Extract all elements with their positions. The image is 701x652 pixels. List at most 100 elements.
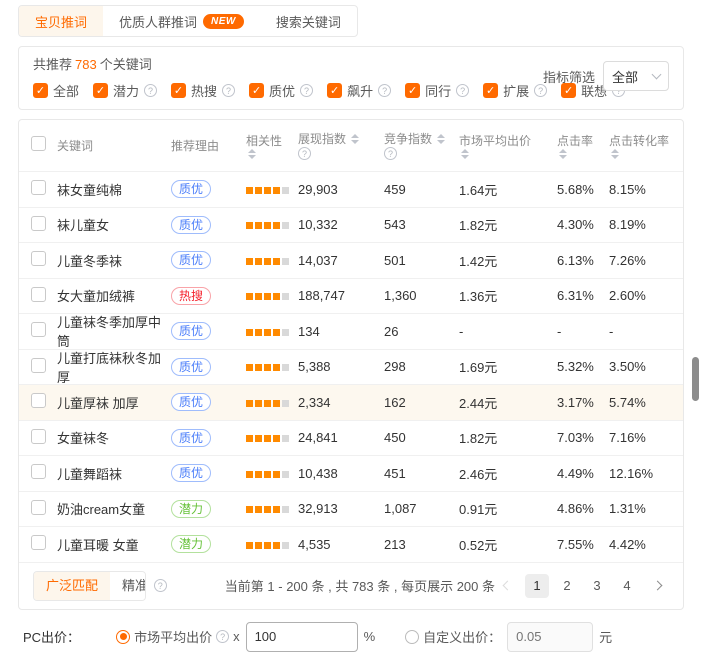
cvr-value: 5.74% bbox=[609, 395, 646, 410]
keyword-text: 儿童袜冬季加厚中筒 bbox=[57, 315, 161, 349]
sort-icon[interactable] bbox=[351, 134, 359, 144]
row-checkbox[interactable] bbox=[31, 393, 46, 408]
help-icon[interactable]: ? bbox=[144, 84, 157, 97]
filter-option[interactable]: ✓潜力? bbox=[93, 81, 157, 100]
new-badge: NEW bbox=[203, 14, 244, 29]
tab-label: 宝贝推词 bbox=[35, 12, 87, 31]
checkbox-icon[interactable]: ✓ bbox=[93, 83, 108, 98]
header-checkbox-cell bbox=[19, 136, 57, 155]
checkbox-icon[interactable]: ✓ bbox=[405, 83, 420, 98]
column-header-price[interactable]: 市场平均出价 bbox=[459, 133, 557, 159]
reason-badge: 质优 bbox=[171, 180, 211, 198]
row-checkbox[interactable] bbox=[31, 287, 46, 302]
filter-option[interactable]: ✓质优? bbox=[249, 81, 313, 100]
sort-icon[interactable] bbox=[559, 149, 567, 159]
table-row[interactable]: 女童袜冬质优24,8414501.82元7.03%7.16% bbox=[19, 421, 683, 457]
table-row[interactable]: 袜儿童女质优10,3325431.82元4.30%8.19% bbox=[19, 208, 683, 244]
filter-option[interactable]: ✓同行? bbox=[405, 81, 469, 100]
broad-match-button[interactable]: 广泛匹配 bbox=[34, 572, 110, 600]
keyword-text: 儿童打底袜秋冬加厚 bbox=[57, 351, 161, 385]
custom-price-option: 自定义出价： bbox=[405, 627, 501, 646]
help-icon[interactable]: ? bbox=[298, 147, 311, 160]
table-row[interactable]: 袜女童纯棉质优29,9034591.64元5.68%8.15% bbox=[19, 172, 683, 208]
table-row[interactable]: 儿童袜冬季加厚中筒质优13426--- bbox=[19, 314, 683, 350]
next-page-button[interactable] bbox=[645, 574, 669, 598]
column-header-relevance[interactable]: 相关性 bbox=[246, 133, 298, 159]
market-percent-input[interactable] bbox=[246, 622, 358, 652]
impression-value: 29,903 bbox=[298, 182, 338, 197]
row-checkbox[interactable] bbox=[31, 251, 46, 266]
table-row[interactable]: 儿童厚袜 加厚质优2,3341622.44元3.17%5.74% bbox=[19, 385, 683, 421]
avg-price-value: 1.42元 bbox=[459, 254, 497, 269]
summary-count: 783 bbox=[75, 57, 97, 72]
competition-value: 543 bbox=[384, 217, 406, 232]
checkbox-icon[interactable]: ✓ bbox=[327, 83, 342, 98]
filter-option[interactable]: ✓ 全部 bbox=[33, 81, 79, 100]
column-header-cvr[interactable]: 点击转化率 bbox=[609, 133, 683, 159]
column-label: 相关性 bbox=[246, 133, 298, 149]
help-icon[interactable]: ? bbox=[222, 84, 235, 97]
page-info: 当前第 1 - 200 条 , 共 783 条 , 每页展示 200 条 bbox=[225, 576, 495, 595]
sort-icon[interactable] bbox=[248, 149, 256, 159]
table-row[interactable]: 女大童加绒裤热搜188,7471,3601.36元6.31%2.60% bbox=[19, 279, 683, 315]
table-row[interactable]: 奶油cream女童潜力32,9131,0870.91元4.86%1.31% bbox=[19, 492, 683, 528]
market-price-radio[interactable] bbox=[116, 630, 130, 644]
row-checkbox[interactable] bbox=[31, 358, 46, 373]
filter-option[interactable]: ✓热搜? bbox=[171, 81, 235, 100]
tab-search-keyword[interactable]: 搜索关键词 bbox=[260, 6, 357, 36]
metric-filter-select[interactable]: 全部 bbox=[603, 61, 669, 91]
custom-price-radio[interactable] bbox=[405, 630, 419, 644]
table-row[interactable]: 儿童耳暖 女童潜力4,5352130.52元7.55%4.42% bbox=[19, 527, 683, 563]
help-icon[interactable]: ? bbox=[300, 84, 313, 97]
tab-audience-recommend[interactable]: 优质人群推词 NEW bbox=[103, 6, 260, 36]
custom-price-input[interactable] bbox=[507, 622, 593, 652]
checkbox-icon[interactable]: ✓ bbox=[483, 83, 498, 98]
tab-item-recommend[interactable]: 宝贝推词 bbox=[19, 6, 103, 36]
sort-icon[interactable] bbox=[437, 134, 445, 144]
percent-sign: % bbox=[364, 629, 376, 644]
exact-match-button[interactable]: 精准匹配 bbox=[110, 572, 146, 600]
column-header-reason: 推荐理由 bbox=[171, 138, 246, 154]
row-checkbox[interactable] bbox=[31, 429, 46, 444]
page-number-1[interactable]: 1 bbox=[525, 574, 549, 598]
row-checkbox[interactable] bbox=[31, 322, 46, 337]
ctr-value: 4.86% bbox=[557, 501, 594, 516]
competition-value: 26 bbox=[384, 324, 398, 339]
row-checkbox[interactable] bbox=[31, 180, 46, 195]
table-row[interactable]: 儿童舞蹈袜质优10,4384512.46元4.49%12.16% bbox=[19, 456, 683, 492]
row-checkbox[interactable] bbox=[31, 216, 46, 231]
row-checkbox[interactable] bbox=[31, 464, 46, 479]
help-icon[interactable]: ? bbox=[384, 147, 397, 160]
match-help-icon[interactable]: ? bbox=[154, 579, 167, 592]
page-number-2[interactable]: 2 bbox=[555, 574, 579, 598]
competition-value: 298 bbox=[384, 359, 406, 374]
sort-icon[interactable] bbox=[611, 149, 619, 159]
sort-icon[interactable] bbox=[461, 149, 469, 159]
cvr-value: 12.16% bbox=[609, 466, 653, 481]
prev-page-button[interactable] bbox=[495, 574, 519, 598]
row-checkbox[interactable] bbox=[31, 535, 46, 550]
column-header-ctr[interactable]: 点击率 bbox=[557, 133, 609, 159]
market-price-help-icon[interactable]: ? bbox=[216, 630, 229, 643]
scrollbar-thumb[interactable] bbox=[692, 357, 699, 401]
select-all-checkbox[interactable] bbox=[31, 136, 46, 151]
filter-option[interactable]: ✓飙升? bbox=[327, 81, 391, 100]
page-number-4[interactable]: 4 bbox=[615, 574, 639, 598]
impression-value: 10,438 bbox=[298, 466, 338, 481]
checkbox-icon[interactable]: ✓ bbox=[33, 83, 48, 98]
help-icon[interactable]: ? bbox=[456, 84, 469, 97]
column-header-impression[interactable]: 展现指数? bbox=[298, 131, 384, 160]
table-row[interactable]: 儿童打底袜秋冬加厚质优5,3882981.69元5.32%3.50% bbox=[19, 350, 683, 386]
checkbox-icon[interactable]: ✓ bbox=[171, 83, 186, 98]
chevron-left-icon bbox=[502, 581, 512, 591]
page-number-3[interactable]: 3 bbox=[585, 574, 609, 598]
help-icon[interactable]: ? bbox=[378, 84, 391, 97]
column-header-competition[interactable]: 竞争指数? bbox=[384, 131, 459, 160]
filter-option[interactable]: ✓扩展? bbox=[483, 81, 547, 100]
row-checkbox[interactable] bbox=[31, 500, 46, 515]
table-row[interactable]: 儿童冬季袜质优14,0375011.42元6.13%7.26% bbox=[19, 243, 683, 279]
filter-option-label: 全部 bbox=[53, 81, 79, 100]
filter-option-label: 扩展 bbox=[503, 81, 529, 100]
avg-price-value: - bbox=[459, 324, 463, 339]
checkbox-icon[interactable]: ✓ bbox=[249, 83, 264, 98]
